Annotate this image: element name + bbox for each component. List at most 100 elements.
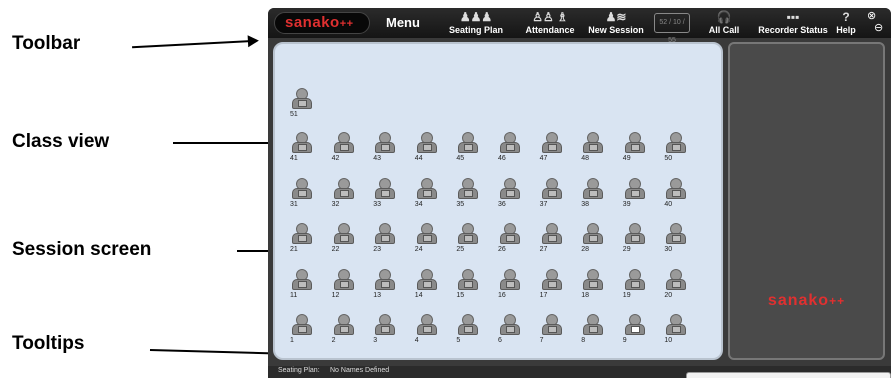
student-seat[interactable]: 16 [495, 268, 525, 305]
disabled-toolbar-button: 52 / 10 / 55 [654, 13, 690, 44]
student-seat[interactable]: 22 [329, 223, 359, 259]
monitor-icon [298, 280, 307, 288]
minimize-icon[interactable]: ⊖ [874, 21, 883, 34]
attendance-button[interactable]: ♙♙ ♗ Attendance [523, 10, 577, 35]
seating-plan-button[interactable]: ♟♟♟ Seating Plan [448, 10, 504, 35]
seat-number: 16 [498, 291, 506, 299]
student-seat[interactable]: 12 [329, 268, 359, 305]
student-seat[interactable]: 33 [370, 177, 400, 214]
student-seat[interactable]: 34 [412, 177, 442, 214]
student-seat[interactable]: 2 [329, 314, 359, 350]
student-seat[interactable]: 42 [329, 132, 359, 168]
student-seat[interactable]: 7 [537, 314, 567, 350]
student-seat[interactable]: 47 [537, 132, 567, 168]
student-seat[interactable]: 43 [370, 132, 400, 168]
seat-number: 34 [414, 200, 423, 208]
student-seat[interactable]: 8 [578, 314, 608, 350]
seat-number: 28 [581, 246, 589, 253]
student-seat[interactable]: 50 [661, 132, 691, 168]
seat-number: 20 [664, 291, 673, 299]
student-seat[interactable]: 17 [537, 268, 567, 305]
status-seating-value: No Names Defined [330, 367, 390, 374]
student-seat[interactable]: 4 [412, 314, 442, 350]
student-seat[interactable]: 21 [287, 223, 317, 259]
seat-number: 1 [290, 337, 294, 344]
monitor-icon [506, 235, 515, 242]
student-seat[interactable]: 11 [287, 268, 317, 305]
student-seat[interactable]: 39 [620, 177, 650, 214]
monitor-icon [589, 326, 599, 333]
monitor-icon [464, 326, 474, 333]
student-seat[interactable]: 20 [661, 268, 691, 305]
seat-number: 3 [373, 337, 378, 344]
student-seat[interactable]: 35 [453, 177, 483, 214]
all-call-button[interactable]: 🎧 All Call [704, 10, 744, 35]
student-seat[interactable]: 40 [661, 177, 691, 214]
monitor-icon [339, 326, 349, 333]
seat-number: 4 [414, 337, 419, 344]
recorder-status-icon: ▪▪▪ [786, 10, 800, 24]
student-seat[interactable]: 31 [287, 177, 317, 214]
monitor-icon [672, 144, 682, 151]
seat-number: 50 [664, 155, 673, 162]
seat-number: 21 [290, 246, 298, 253]
student-seat[interactable]: 49 [620, 132, 650, 168]
student-seat[interactable]: 45 [453, 132, 483, 168]
menu-button[interactable]: Menu [386, 15, 420, 30]
monitor-icon [298, 144, 307, 151]
seating-plan-icon: ♟♟♟ [459, 10, 493, 24]
student-seat[interactable]: 10 [661, 314, 691, 350]
student-seat[interactable]: 41 [287, 132, 317, 168]
student-seat[interactable]: 18 [578, 268, 608, 305]
student-seat[interactable]: 13 [370, 268, 400, 305]
monitor-icon [339, 235, 349, 242]
student-seat[interactable]: 36 [495, 177, 525, 214]
seat-number: 49 [622, 155, 631, 162]
recorder-status-button[interactable]: ▪▪▪ Recorder Status [758, 10, 828, 35]
monitor-icon [672, 326, 682, 333]
student-seat[interactable]: 9 [620, 314, 650, 350]
monitor-icon [298, 189, 307, 197]
monitor-icon [547, 235, 557, 242]
seat-number: 26 [498, 246, 506, 253]
student-seat[interactable]: 3 [370, 314, 400, 350]
student-seat[interactable]: 25 [453, 223, 483, 259]
student-seat[interactable]: 1 [287, 314, 317, 350]
student-seat[interactable]: 28 [578, 223, 608, 259]
toolbar: sanako++ Menu ♟♟♟ Seating Plan ♙♙ ♗ Atte… [268, 8, 891, 44]
student-seat[interactable]: 32 [329, 177, 359, 214]
student-seat[interactable]: 6 [495, 314, 525, 350]
monitor-icon [506, 189, 515, 197]
student-seat[interactable]: 27 [537, 223, 567, 259]
seat-number: 30 [664, 246, 673, 253]
student-seat[interactable]: 29 [620, 223, 650, 259]
seat-number: 31 [290, 200, 298, 208]
student-seat[interactable]: 46 [495, 132, 525, 168]
monitor-icon [672, 189, 682, 197]
student-seat[interactable]: 15 [453, 268, 483, 305]
monitor-icon [630, 144, 640, 151]
monitor-icon [381, 280, 391, 288]
student-seat[interactable]: 14 [412, 268, 442, 305]
student-seat[interactable]: 23 [370, 223, 400, 259]
logo-text: sanako [285, 14, 340, 31]
seat-number: 46 [498, 155, 506, 162]
sanako-app-window: sanako++ Menu ♟♟♟ Seating Plan ♙♙ ♗ Atte… [268, 8, 891, 378]
student-seat[interactable]: 5 [453, 314, 483, 350]
seat-number: 22 [331, 246, 340, 253]
student-seat[interactable]: 51 [287, 88, 317, 124]
help-button[interactable]: ? Help [834, 10, 858, 35]
student-seat[interactable]: 37 [537, 177, 567, 214]
monitor-icon [630, 189, 640, 197]
seat-number: 11 [290, 291, 298, 299]
student-seat[interactable]: 44 [412, 132, 442, 168]
seat-number: 13 [373, 291, 381, 299]
student-seat[interactable]: 48 [578, 132, 608, 168]
student-seat[interactable]: 19 [620, 268, 650, 305]
new-session-button[interactable]: ♟≋ New Session [588, 10, 644, 35]
student-seat[interactable]: 30 [661, 223, 691, 259]
student-seat[interactable]: 38 [578, 177, 608, 214]
student-seat[interactable]: 26 [495, 223, 525, 259]
seat-number: 47 [539, 155, 548, 162]
student-seat[interactable]: 24 [412, 223, 442, 259]
